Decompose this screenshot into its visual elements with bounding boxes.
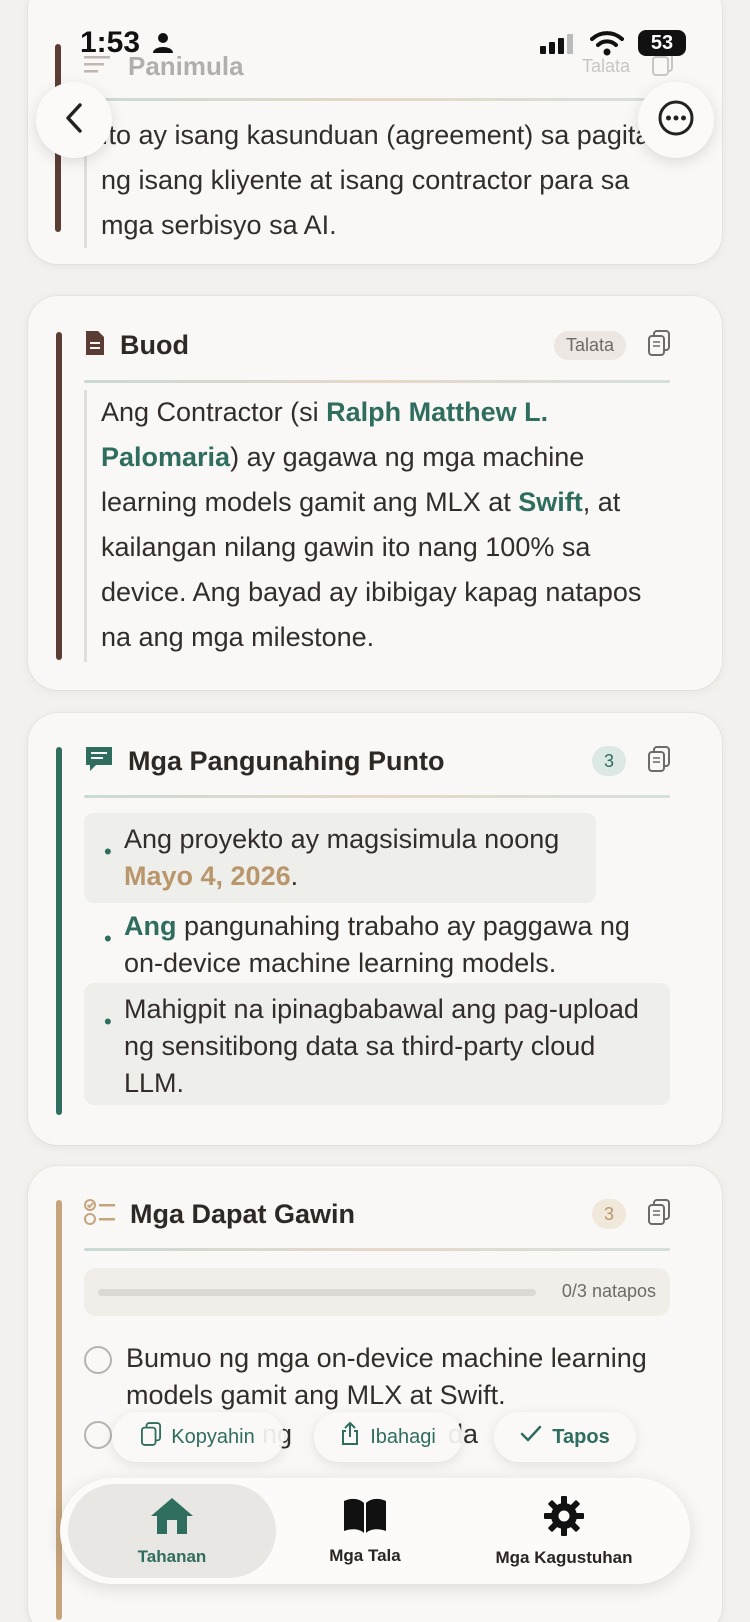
signal-icon <box>540 32 578 61</box>
key-point-2[interactable]: • Ang pangunahing trabaho ay paggawa ng … <box>84 900 670 990</box>
person-icon <box>152 32 174 59</box>
copy-icon <box>141 1422 162 1452</box>
todo-progress: 0/3 natapos <box>84 1268 670 1316</box>
key-points-count: 3 <box>592 746 626 776</box>
tab-home-label: Tahanan <box>137 1546 207 1566</box>
summary-accent-bar <box>56 332 62 660</box>
todo-checkbox[interactable] <box>84 1421 112 1449</box>
house-icon <box>149 1496 195 1541</box>
share-label: Ibahagi <box>370 1425 436 1448</box>
battery-icon: 53 <box>638 30 686 56</box>
todo-count: 3 <box>592 1199 626 1229</box>
tab-bar: Tahanan Mga Tala Mga Kagustuhan <box>60 1478 690 1584</box>
ellipsis-circle-icon <box>657 99 695 142</box>
bullet-icon: • <box>104 839 112 864</box>
key-point-3-text: Mahigpit na ipinagbabawal ang pag-upload… <box>124 994 639 1098</box>
tab-notes[interactable]: Mga Tala <box>290 1484 440 1578</box>
summary-copy-icon[interactable] <box>648 329 670 361</box>
key-point-2-highlight: Ang <box>124 911 177 941</box>
key-points-copy-icon[interactable] <box>648 745 670 777</box>
tab-settings[interactable]: Mga Kagustuhan <box>464 1484 664 1578</box>
todo-item-1-text: Bumuo ng mga on-device machine learning … <box>126 1343 647 1410</box>
tab-settings-label: Mga Kagustuhan <box>495 1547 633 1567</box>
speech-bubble-icon <box>84 744 114 779</box>
todo-item-1[interactable]: Bumuo ng mga on-device machine learning … <box>84 1340 670 1414</box>
intro-divider <box>84 98 674 101</box>
key-point-2-text: pangunahing trabaho ay paggawa ng on-dev… <box>124 911 630 978</box>
progress-label: 0/3 natapos <box>561 1281 656 1301</box>
checklist-icon <box>84 1198 116 1231</box>
key-point-1-end: . <box>290 861 299 891</box>
todo-accent-bar <box>56 1200 62 1620</box>
key-point-1[interactable]: • Ang proyekto ay magsisimula noong Mayo… <box>84 813 596 903</box>
key-points-card: Mga Pangunahing Punto 3 • Ang proyekto a… <box>28 713 722 1145</box>
more-button[interactable] <box>638 82 714 158</box>
start-date[interactable]: Mayo 4, 2026 <box>124 861 291 891</box>
status-time: 1:53 <box>80 26 141 59</box>
back-button[interactable] <box>36 82 112 158</box>
share-button[interactable]: Ibahagi <box>314 1412 462 1462</box>
copy-label: Kopyahin <box>171 1425 255 1448</box>
summary-header: Buod Talata <box>84 320 670 370</box>
progress-track <box>98 1289 536 1296</box>
done-button[interactable]: Tapos <box>494 1412 636 1462</box>
tab-home[interactable]: Tahanan <box>68 1484 276 1578</box>
bullet-icon: • <box>104 1009 112 1034</box>
key-points-accent-bar <box>56 747 62 1115</box>
key-points-header: Mga Pangunahing Punto 3 <box>84 736 670 786</box>
todo-header: Mga Dapat Gawin 3 <box>84 1189 670 1239</box>
summary-divider <box>84 380 670 383</box>
todo-title: Mga Dapat Gawin <box>130 1198 356 1229</box>
key-points-divider <box>84 795 670 798</box>
summary-badge: Talata <box>553 330 626 360</box>
key-point-3[interactable]: • Mahigpit na ipinagbabawal ang pag-uplo… <box>84 983 670 1105</box>
todo-checkbox[interactable] <box>84 1346 112 1374</box>
summary-text-1: Ang Contractor (si <box>101 397 327 427</box>
intro-text: Ito ay isang kasunduan (agreement) sa pa… <box>84 113 684 248</box>
summary-title: Buod <box>120 329 189 360</box>
tab-notes-label: Mga Tala <box>329 1545 401 1565</box>
checkmark-icon <box>520 1425 542 1449</box>
status-bar: 1:53 53 <box>0 0 750 90</box>
wifi-icon <box>590 30 624 61</box>
todo-copy-icon[interactable] <box>648 1198 670 1230</box>
key-points-title: Mga Pangunahing Punto <box>128 745 445 776</box>
document-icon <box>84 329 106 362</box>
key-point-1-text: Ang proyekto ay magsisimula noong <box>124 824 560 854</box>
gear-icon <box>543 1495 585 1542</box>
chevron-left-icon <box>64 102 84 139</box>
todo-divider <box>84 1248 670 1251</box>
done-label: Tapos <box>552 1425 610 1448</box>
swift-link[interactable]: Swift <box>518 487 583 517</box>
share-icon <box>340 1421 360 1452</box>
summary-text: Ang Contractor (si Ralph Matthew L. Palo… <box>84 390 670 662</box>
book-icon <box>342 1497 388 1540</box>
summary-card: Buod Talata Ang Contractor (si Ralph Mat… <box>28 296 722 690</box>
bullet-icon: • <box>104 926 112 951</box>
copy-button[interactable]: Kopyahin <box>112 1412 284 1462</box>
